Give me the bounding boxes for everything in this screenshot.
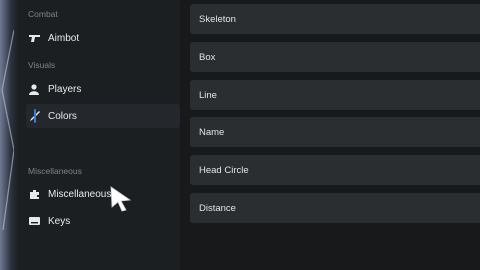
section-label-visuals: Visuals bbox=[28, 60, 56, 70]
puzzle-icon bbox=[28, 188, 40, 200]
color-field-name[interactable]: Name bbox=[190, 117, 480, 147]
sidebar-item-players[interactable]: Players bbox=[26, 77, 180, 101]
sidebar-item-keys[interactable]: Keys bbox=[26, 209, 180, 233]
sidebar-item-colors[interactable]: Colors bbox=[26, 104, 180, 128]
active-indicator bbox=[34, 109, 36, 123]
sidebar-item-label: Players bbox=[48, 83, 82, 95]
sidebar-item-miscellaneous[interactable]: Miscellaneous bbox=[26, 182, 180, 206]
field-label: Line bbox=[199, 89, 217, 101]
sidebar-item-label: Colors bbox=[48, 110, 77, 122]
field-label: Distance bbox=[199, 202, 236, 214]
color-field-head-circle[interactable]: Head Circle bbox=[190, 155, 480, 185]
mouse-cursor-icon bbox=[110, 186, 132, 212]
content-panel: Skeleton Box Line Name Head Circle Dista… bbox=[180, 0, 480, 270]
person-icon bbox=[28, 83, 40, 95]
section-label-combat: Combat bbox=[28, 9, 58, 19]
edge-decoration bbox=[1, 30, 14, 230]
field-label: Box bbox=[199, 51, 216, 63]
field-label: Head Circle bbox=[199, 164, 249, 176]
section-label-misc: Miscellaneous bbox=[28, 166, 82, 176]
color-field-box[interactable]: Box bbox=[190, 42, 480, 72]
field-label: Skeleton bbox=[199, 13, 236, 25]
window-edge bbox=[0, 0, 18, 270]
sidebar-item-label: Aimbot bbox=[48, 32, 80, 44]
sidebar-item-label: Miscellaneous bbox=[48, 188, 112, 200]
gun-icon bbox=[28, 32, 40, 44]
color-field-skeleton[interactable]: Skeleton bbox=[190, 4, 480, 34]
field-label: Name bbox=[199, 126, 225, 138]
color-field-line[interactable]: Line bbox=[190, 80, 480, 110]
keyboard-icon bbox=[28, 215, 40, 227]
sidebar-item-label: Keys bbox=[48, 215, 71, 227]
sidebar-item-aimbot[interactable]: Aimbot bbox=[26, 26, 180, 50]
color-field-distance[interactable]: Distance bbox=[190, 193, 480, 223]
